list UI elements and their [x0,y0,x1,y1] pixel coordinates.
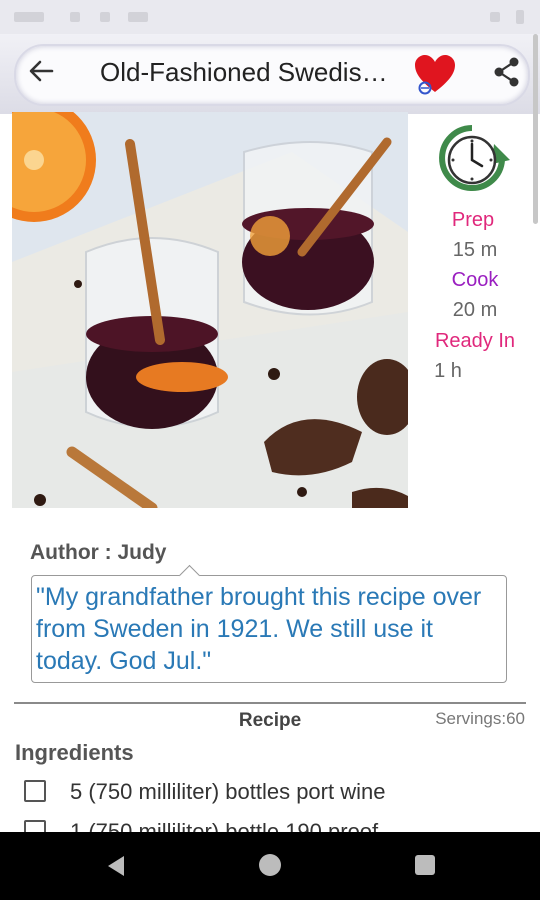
ingredients-heading: Ingredients [15,740,134,765]
prep-value: 15 m [452,239,498,261]
notification-icon [128,12,148,22]
author-quote-bubble: "My grandfather brought this recipe over… [31,564,507,683]
servings-count: Servings:60 [435,709,525,728]
square-recents-icon[interactable] [415,855,435,875]
cook-value: 20 m [452,299,498,321]
page-title: Old-Fashioned Swedish Glogg [100,57,390,87]
scrollbar[interactable] [533,34,538,224]
app-bar: Old-Fashioned Swedish Glogg [0,34,540,114]
ready-in-label: Ready In [434,330,516,352]
triangle-back-icon[interactable] [104,854,128,878]
status-bar [0,0,540,34]
signal-icon [490,12,500,22]
section-divider [14,702,526,704]
share-icon[interactable] [492,56,522,88]
author-label: Author : Judy [30,541,167,564]
circle-home-icon[interactable] [259,854,281,876]
ingredient-text: 5 (750 milliliter) bottles port wine [70,779,386,804]
author-quote: "My grandfather brought this recipe over… [36,583,482,675]
cook-label: Cook [451,269,499,291]
status-time [14,12,44,22]
favorite-heart-icon[interactable] [412,52,458,96]
recipe-photo[interactable] [12,112,408,508]
ready-in-value: 1 h [434,360,462,382]
system-navigation-bar [0,832,540,900]
back-arrow-icon[interactable] [26,56,56,86]
notification-icon [70,12,80,22]
clock-timer-icon [434,122,512,194]
ingredient-checkbox[interactable] [24,780,46,802]
notification-icon [100,12,110,22]
ingredient-row[interactable]: 5 (750 milliliter) bottles port wine [24,778,524,808]
prep-label: Prep [451,209,495,231]
battery-icon [516,10,524,24]
